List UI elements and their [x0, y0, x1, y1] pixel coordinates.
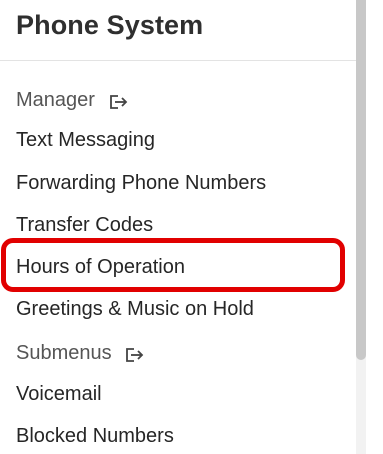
title-divider — [0, 60, 356, 61]
menu-item-blocked-numbers[interactable]: Blocked Numbers — [16, 423, 174, 449]
external-link-icon — [125, 344, 145, 362]
menu-item-forwarding-phone-numbers[interactable]: Forwarding Phone Numbers — [16, 170, 266, 196]
phone-system-panel: Phone System Manager Text Messaging Forw… — [0, 0, 357, 454]
section-submenus: Submenus — [16, 340, 145, 366]
menu-item-voicemail[interactable]: Voicemail — [16, 381, 102, 407]
section-submenus-label: Submenus — [16, 342, 112, 364]
right-gutter — [366, 0, 383, 454]
scrollbar[interactable] — [356, 0, 366, 454]
menu-item-transfer-codes[interactable]: Transfer Codes — [16, 212, 153, 238]
section-manager-label: Manager — [16, 89, 95, 111]
panel-title: Phone System — [16, 10, 204, 40]
section-manager: Manager — [16, 87, 129, 113]
menu-item-text-messaging[interactable]: Text Messaging — [16, 127, 155, 153]
scrollbar-thumb[interactable] — [356, 0, 366, 360]
highlight-box — [1, 238, 345, 292]
external-link-icon — [109, 91, 129, 109]
menu-item-greetings-music-on-hold[interactable]: Greetings & Music on Hold — [16, 296, 254, 322]
